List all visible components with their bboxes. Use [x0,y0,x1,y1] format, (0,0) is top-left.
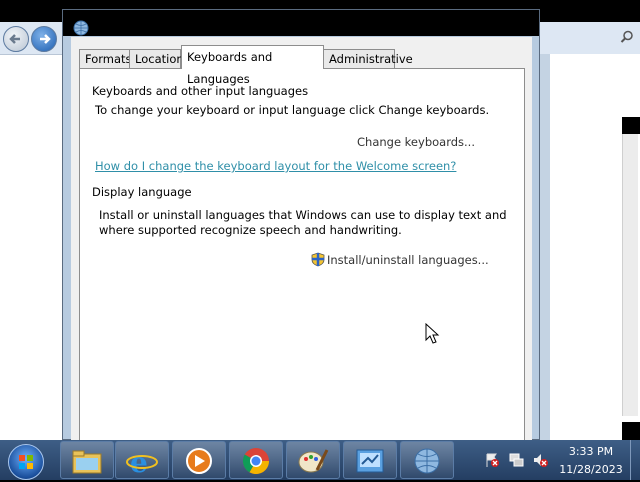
windows-flag-icon [19,455,33,469]
display-language-heading: Display language [92,185,192,199]
arrow-left-icon [9,34,20,44]
globe-icon [414,448,440,474]
internet-explorer-icon: e [126,446,158,476]
taskbar-region-language-button[interactable] [400,441,454,479]
tab-administrative[interactable]: Administrative [323,49,413,68]
tab-formats[interactable]: Formats [79,49,132,68]
network-icon[interactable] [508,452,524,468]
tab-panel: Keyboards and other input languages To c… [79,68,525,441]
volume-muted-icon[interactable] [532,452,548,468]
windows-logo-icon [8,444,44,480]
tab-location[interactable]: Location [129,49,184,68]
taskbar-media-player-button[interactable] [172,441,226,479]
background-window-frame [540,54,550,440]
start-button[interactable] [4,441,48,480]
back-button[interactable] [3,26,29,52]
arrow-right-icon [40,34,51,44]
paint-icon [298,449,329,473]
action-center-flag-icon[interactable] [484,452,500,468]
taskbar-paint-button[interactable] [286,441,340,479]
taskbar-chrome-button[interactable] [229,441,283,479]
svg-text:e: e [130,446,148,476]
forward-button[interactable] [31,26,57,52]
scrollbar[interactable] [622,134,638,416]
scrollbar-top-block [622,117,640,134]
scrollbar-bottom-block [622,422,640,440]
chrome-icon [242,448,270,475]
taskbar-explorer-button[interactable] [60,441,114,479]
search-icon[interactable] [620,30,634,44]
uac-shield-icon [311,252,325,267]
folder-icon [72,450,102,474]
clock-time[interactable]: 3:33 PM [560,445,622,458]
dialog-titlebar[interactable] [63,10,539,36]
show-desktop-button[interactable] [630,440,640,480]
keyboards-description: To change your keyboard or input languag… [95,103,490,117]
taskbar-internet-explorer-button[interactable]: e [115,441,169,479]
clock-date[interactable]: 11/28/2023 [556,463,626,476]
welcome-screen-keyboard-link[interactable]: How do I change the keyboard layout for … [95,159,456,173]
control-panel-icon [356,449,384,473]
display-description-line-1: Install or uninstall languages that Wind… [99,208,507,222]
tab-keyboards-and-languages[interactable]: Keyboards and Languages [181,45,324,86]
display-description-line-2: where supported recognize speech and han… [99,223,402,237]
dialog-body: Formats Location Keyboards and Languages… [71,37,532,441]
install-uninstall-languages-label: Install/uninstall languages... [327,253,489,267]
region-language-dialog: Formats Location Keyboards and Languages… [62,9,540,441]
taskbar-control-panel-button[interactable] [343,441,397,479]
globe-icon [73,20,89,36]
change-keyboards-button[interactable]: Change keyboards... [357,135,475,149]
media-player-icon [186,448,212,474]
mouse-cursor-icon [425,323,440,344]
